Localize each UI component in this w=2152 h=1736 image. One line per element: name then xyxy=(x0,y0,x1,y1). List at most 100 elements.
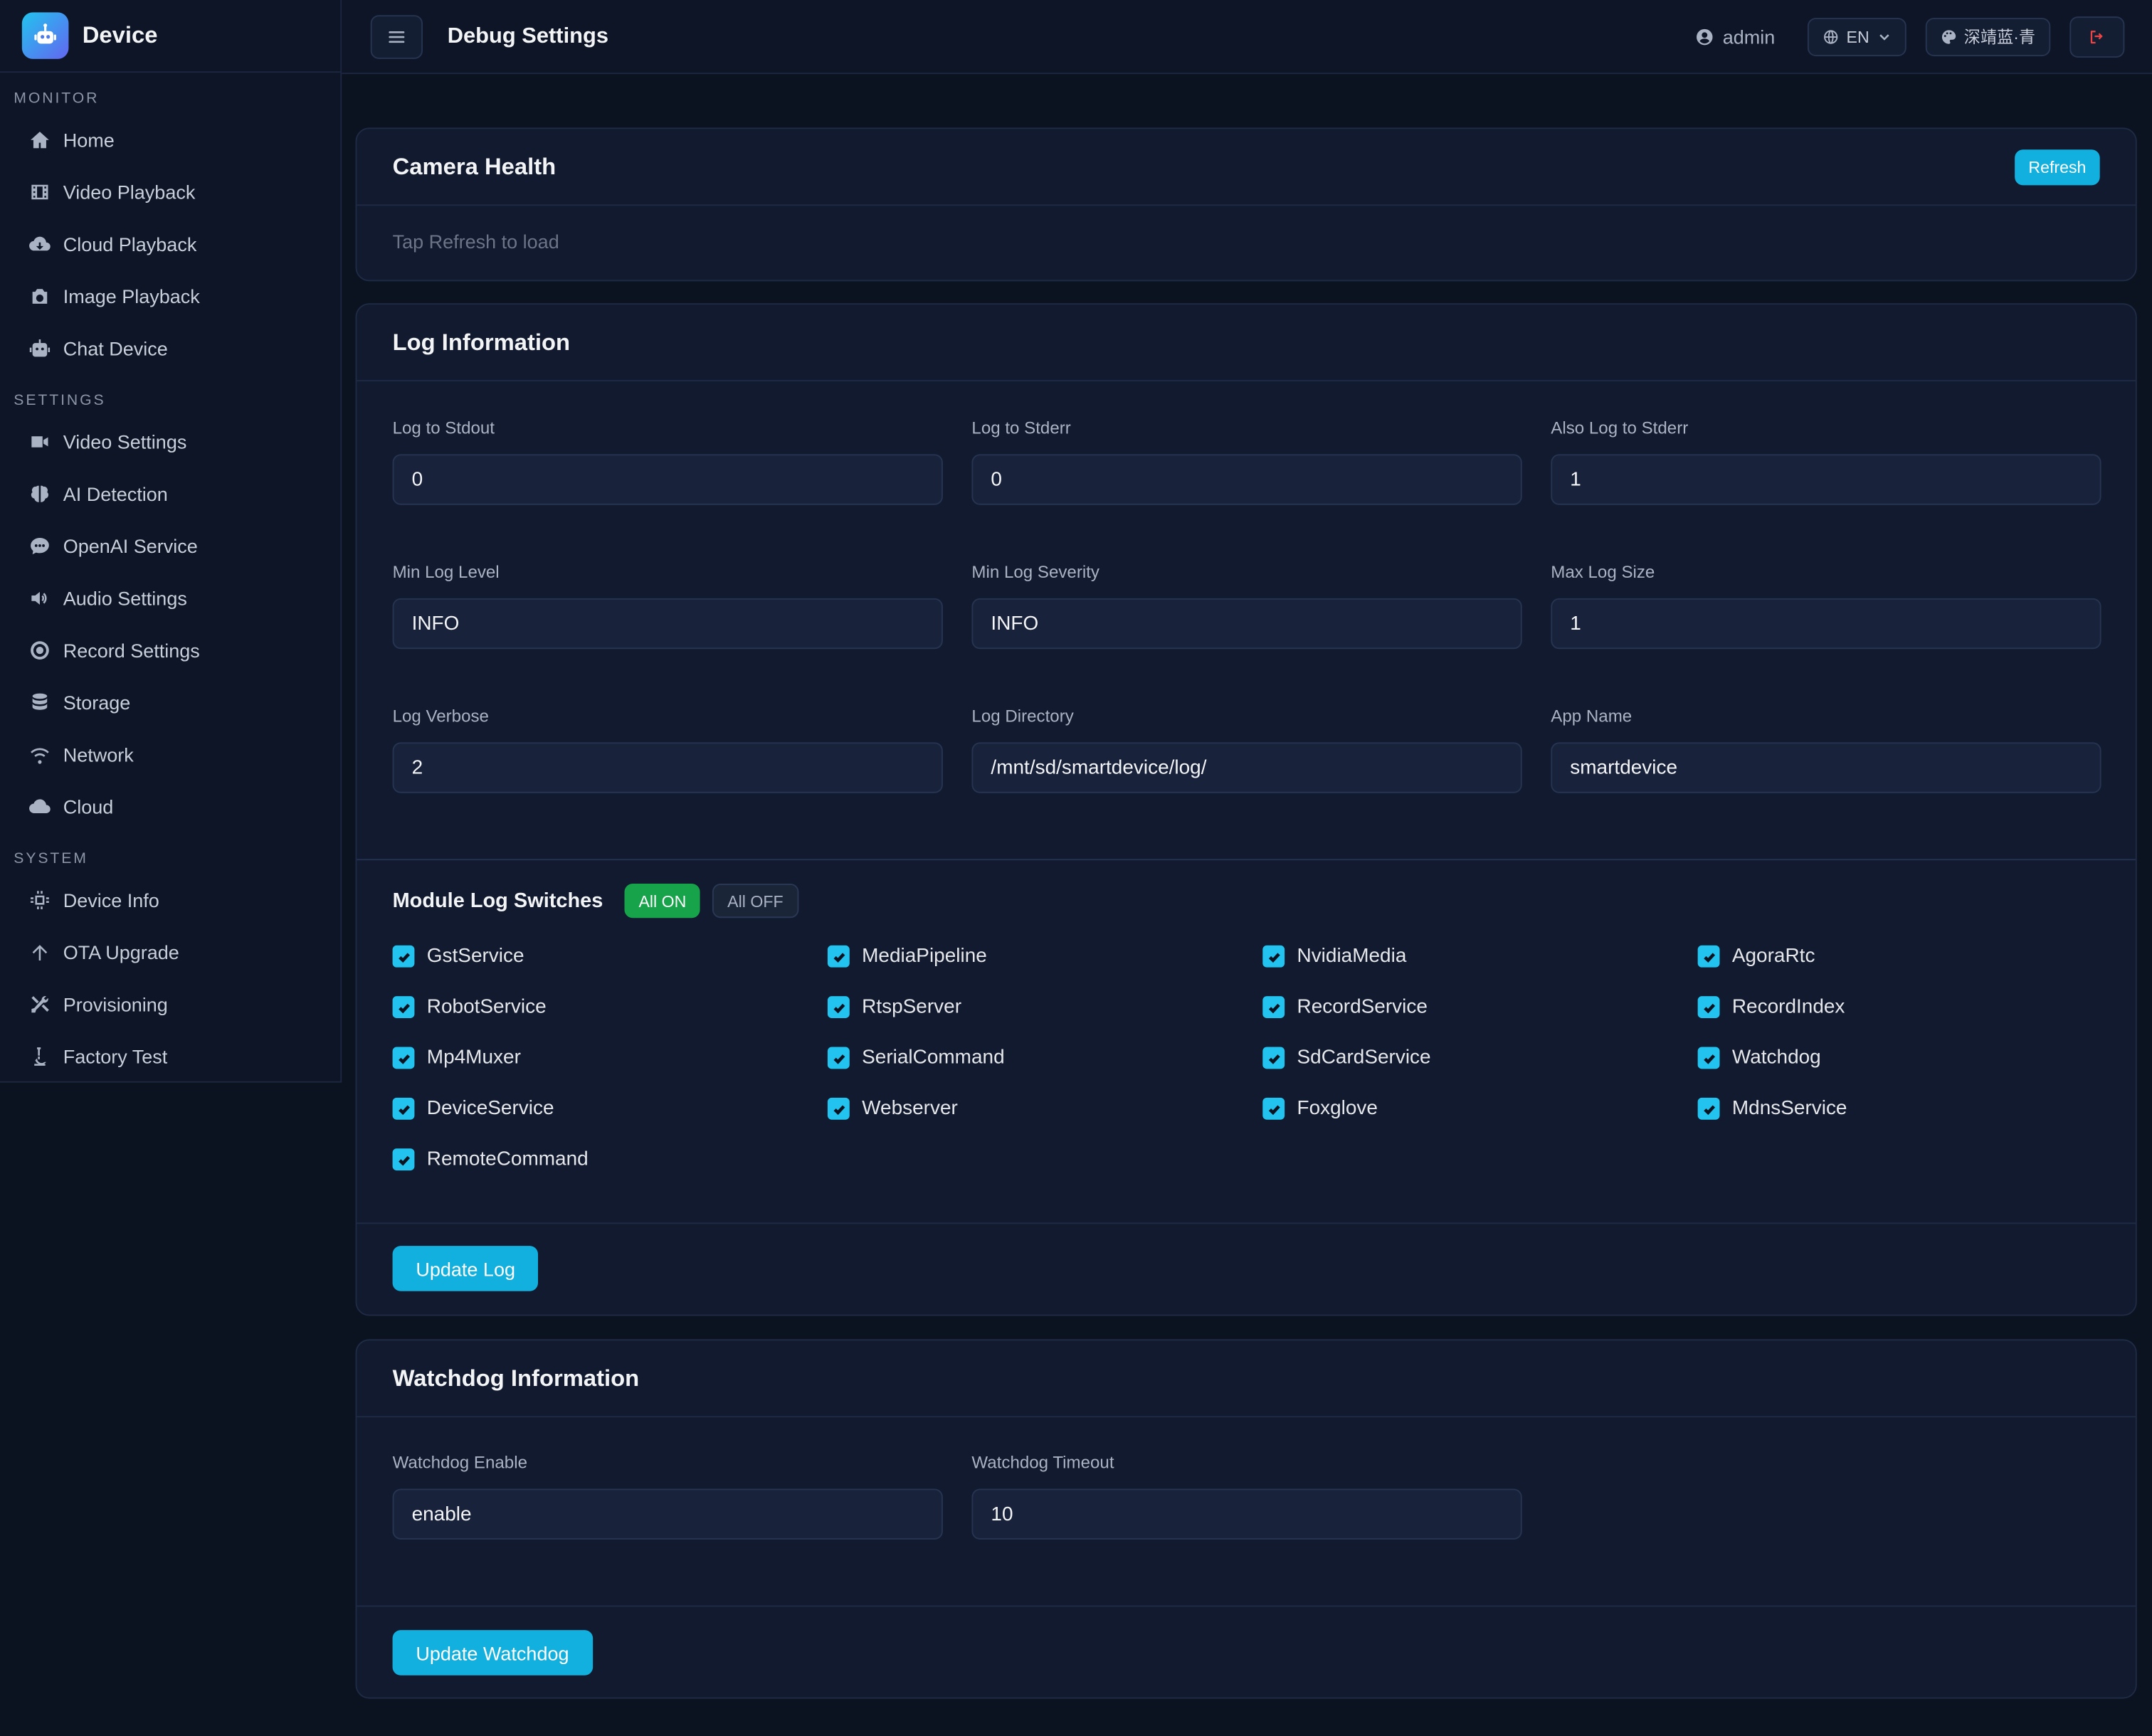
log-information-title: Log Information xyxy=(392,328,571,355)
record-icon xyxy=(28,638,53,663)
log-to-stdout-input[interactable]: 0 xyxy=(392,454,943,505)
home-icon xyxy=(28,127,53,152)
sidebar-item-record-settings[interactable]: Record Settings xyxy=(0,624,340,676)
module-checkbox-agorartc[interactable]: AgoraRtc xyxy=(1697,945,1815,968)
sidebar-section-system: SYSTEM xyxy=(14,850,88,867)
sidebar-item-label: Factory Test xyxy=(63,1045,168,1068)
menu-icon xyxy=(389,31,405,43)
sidebar-item-label: Video Playback xyxy=(63,181,196,203)
sidebar-item-cloud[interactable]: Cloud xyxy=(0,780,340,832)
sidebar-item-ota-upgrade[interactable]: OTA Upgrade xyxy=(0,926,340,978)
checkbox-checked-icon xyxy=(392,996,415,1018)
module-label: Webserver xyxy=(862,1097,958,1120)
field-label: Log Directory xyxy=(971,706,1074,726)
menu-toggle-button[interactable] xyxy=(370,14,423,58)
sidebar-item-label: Home xyxy=(63,129,115,152)
sidebar-item-label: Device Info xyxy=(63,889,159,911)
module-checkbox-mdnsservice[interactable]: MdnsService xyxy=(1697,1097,1847,1120)
globe-icon xyxy=(1824,29,1838,43)
field-label: Log to Stdout xyxy=(392,418,495,438)
field-label: App Name xyxy=(1551,706,1633,726)
module-checkbox-remotecommand[interactable]: RemoteCommand xyxy=(392,1148,589,1171)
module-checkbox-foxglove[interactable]: Foxglove xyxy=(1262,1097,1378,1120)
module-switches-header: Module Log Switches All ON All OFF xyxy=(393,883,798,919)
sidebar-item-network[interactable]: Network xyxy=(0,729,340,780)
module-checkbox-deviceservice[interactable]: DeviceService xyxy=(392,1097,554,1120)
log-to-stderr-field: Log to Stderr 0 xyxy=(971,418,1522,505)
module-checkbox-rtspserver[interactable]: RtspServer xyxy=(827,996,961,1018)
palette-icon xyxy=(1941,29,1956,43)
module-checkbox-serialcommand[interactable]: SerialCommand xyxy=(827,1047,1005,1069)
module-checkbox-mp4muxer[interactable]: Mp4Muxer xyxy=(392,1047,521,1069)
sidebar-item-home[interactable]: Home xyxy=(0,114,340,166)
module-label: RobotService xyxy=(426,996,547,1018)
update-watchdog-button[interactable]: Update Watchdog xyxy=(392,1630,593,1676)
refresh-button[interactable]: Refresh xyxy=(2015,149,2100,186)
module-checkbox-watchdog[interactable]: Watchdog xyxy=(1697,1047,1821,1069)
theme-select[interactable]: 深靖蓝·青 xyxy=(1925,17,2051,56)
checkbox-checked-icon xyxy=(392,1148,415,1171)
sidebar-item-label: Chat Device xyxy=(63,337,168,360)
sidebar-item-factory-test[interactable]: Factory Test xyxy=(0,1030,340,1082)
also-log-to-stderr-field: Also Log to Stderr 1 xyxy=(1551,418,2101,505)
sidebar-item-video-playback[interactable]: Video Playback xyxy=(0,166,340,218)
sidebar-item-device-info[interactable]: Device Info xyxy=(0,874,340,926)
app-name-input[interactable]: smartdevice xyxy=(1551,742,2101,793)
module-checkbox-recordservice[interactable]: RecordService xyxy=(1262,996,1428,1018)
also-log-to-stderr-input[interactable]: 1 xyxy=(1551,454,2101,505)
checkbox-checked-icon xyxy=(1262,945,1285,968)
log-directory-field: Log Directory /mnt/sd/smartdevice/log/ xyxy=(971,706,1522,793)
log-to-stderr-input[interactable]: 0 xyxy=(971,454,1522,505)
sidebar-item-chat-device[interactable]: Chat Device xyxy=(0,322,340,374)
language-select[interactable]: EN xyxy=(1808,17,1906,56)
module-checkbox-nvidiamedia[interactable]: NvidiaMedia xyxy=(1262,945,1406,968)
module-checkbox-recordindex[interactable]: RecordIndex xyxy=(1697,996,1845,1018)
sidebar-item-ai-detection[interactable]: AI Detection xyxy=(0,468,340,520)
module-label: Watchdog xyxy=(1731,1047,1821,1069)
module-label: Foxglove xyxy=(1297,1097,1378,1120)
log-verbose-field: Log Verbose 2 xyxy=(392,706,943,793)
checkbox-checked-icon xyxy=(1262,1047,1285,1069)
field-label: Max Log Size xyxy=(1551,562,1655,582)
all-on-button[interactable]: All ON xyxy=(625,883,700,919)
sidebar-item-label: Record Settings xyxy=(63,639,200,662)
checkbox-checked-icon xyxy=(392,1047,415,1069)
microscope-icon xyxy=(28,1044,53,1069)
watchdog-enable-input[interactable]: enable xyxy=(392,1488,943,1540)
log-directory-input[interactable]: /mnt/sd/smartdevice/log/ xyxy=(971,742,1522,793)
robot-logo-icon xyxy=(21,12,69,59)
checkbox-checked-icon xyxy=(1262,1097,1285,1120)
field-label: Min Log Level xyxy=(392,562,500,582)
sidebar-item-video-settings[interactable]: Video Settings xyxy=(0,416,340,467)
checkbox-checked-icon xyxy=(1697,945,1720,968)
sidebar-item-cloud-playback[interactable]: Cloud Playback xyxy=(0,218,340,270)
log-verbose-input[interactable]: 2 xyxy=(392,742,943,793)
checkbox-checked-icon xyxy=(827,996,850,1018)
sidebar-item-label: Image Playback xyxy=(63,285,200,307)
camera-health-card: Camera Health Refresh Tap Refresh to loa… xyxy=(355,127,2137,282)
watchdog-timeout-input[interactable]: 10 xyxy=(971,1488,1522,1540)
module-checkbox-sdcardservice[interactable]: SdCardService xyxy=(1262,1047,1431,1069)
update-log-button[interactable]: Update Log xyxy=(392,1246,539,1291)
chip-icon xyxy=(28,888,53,913)
sidebar-item-audio-settings[interactable]: Audio Settings xyxy=(0,572,340,624)
watchdog-timeout-field: Watchdog Timeout 10 xyxy=(971,1453,1522,1540)
sidebar-item-provisioning[interactable]: Provisioning xyxy=(0,978,340,1030)
module-checkbox-mediapipeline[interactable]: MediaPipeline xyxy=(827,945,987,968)
all-off-button[interactable]: All OFF xyxy=(712,883,798,919)
field-label: Watchdog Enable xyxy=(392,1453,527,1473)
divider xyxy=(357,1605,2136,1607)
logout-button[interactable] xyxy=(2069,16,2125,58)
sidebar-item-storage[interactable]: Storage xyxy=(0,677,340,729)
min-log-level-input[interactable]: INFO xyxy=(392,598,943,650)
max-log-size-input[interactable]: 1 xyxy=(1551,598,2101,650)
database-icon xyxy=(28,690,53,715)
module-checkbox-gstservice[interactable]: GstService xyxy=(392,945,524,968)
module-label: MediaPipeline xyxy=(862,945,987,968)
sidebar-item-image-playback[interactable]: Image Playback xyxy=(0,270,340,322)
sidebar-item-openai-service[interactable]: OpenAI Service xyxy=(0,520,340,572)
module-checkbox-robotservice[interactable]: RobotService xyxy=(392,996,547,1018)
sidebar-item-label: OTA Upgrade xyxy=(63,941,179,963)
module-checkbox-webserver[interactable]: Webserver xyxy=(827,1097,958,1120)
min-log-severity-input[interactable]: INFO xyxy=(971,598,1522,650)
